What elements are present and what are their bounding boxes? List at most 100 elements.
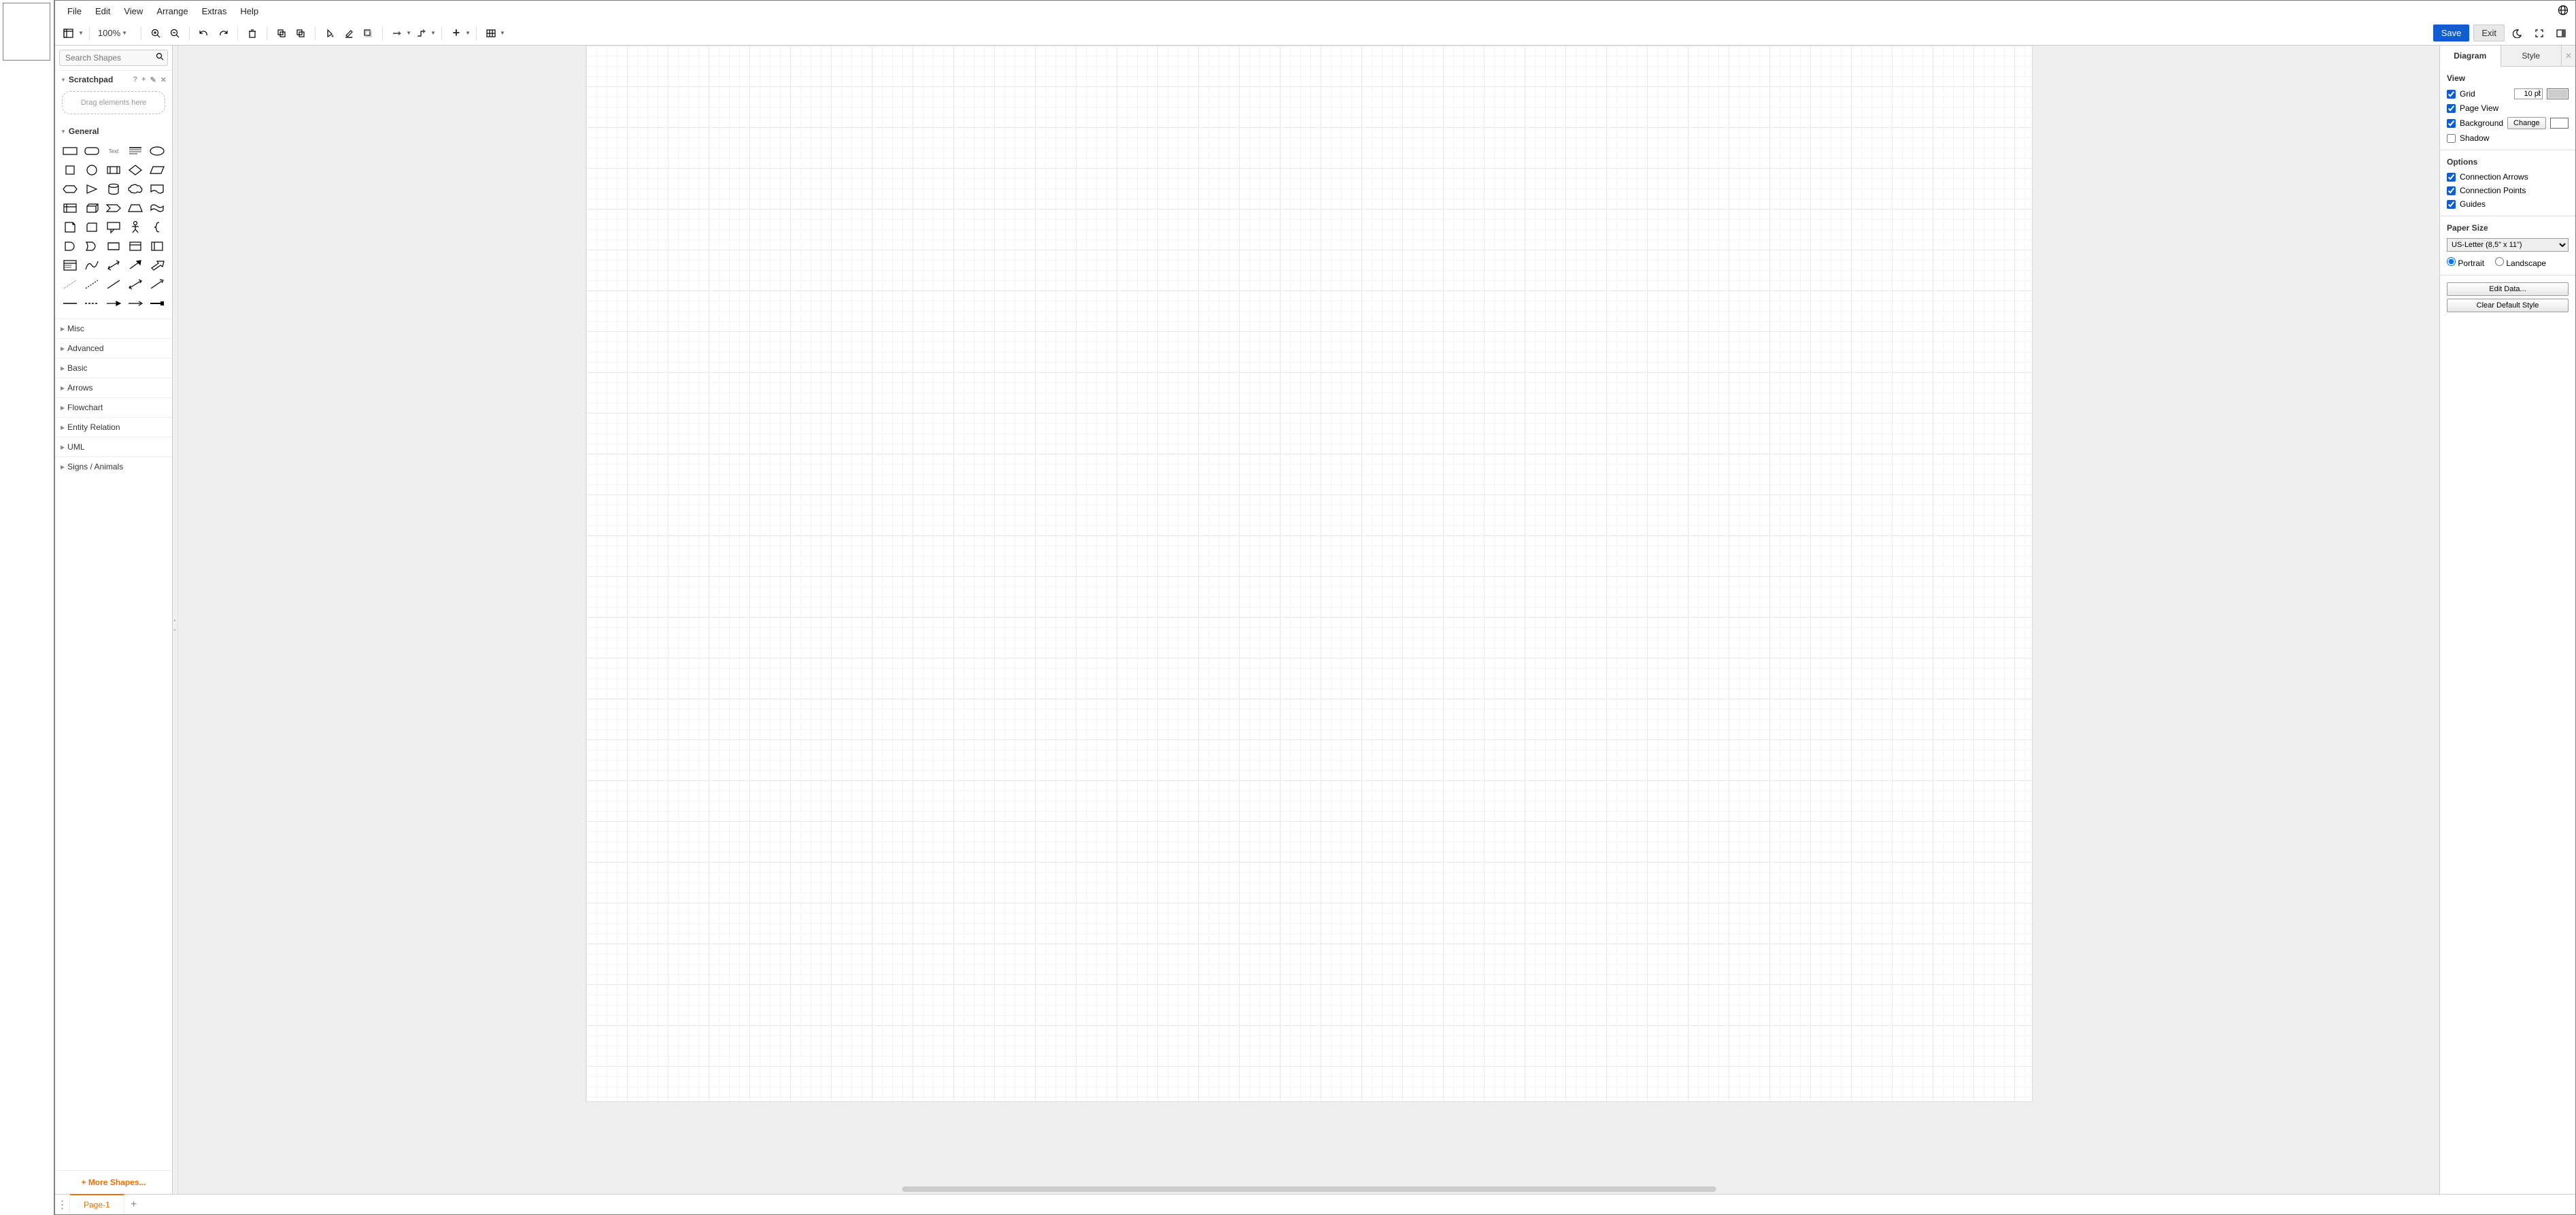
scratchpad-edit-icon[interactable]: ✎ bbox=[150, 76, 156, 84]
landscape-option[interactable]: Landscape bbox=[2495, 257, 2546, 268]
shape-link-filled[interactable] bbox=[148, 295, 167, 312]
theme-icon[interactable] bbox=[2509, 24, 2526, 42]
shape-link-arrow[interactable] bbox=[104, 295, 123, 312]
page-tab-1[interactable]: Page-1 bbox=[70, 1194, 124, 1214]
shape-card[interactable] bbox=[82, 219, 101, 235]
background-color-swatch[interactable] bbox=[2550, 118, 2569, 129]
to-front-icon[interactable] bbox=[273, 24, 290, 42]
scratchpad-help-icon[interactable]: ? bbox=[133, 76, 137, 84]
menu-file[interactable]: File bbox=[61, 3, 88, 19]
category-signs-animals[interactable]: ▶Signs / Animals bbox=[55, 456, 172, 476]
waypoint-icon[interactable] bbox=[413, 24, 430, 42]
general-header[interactable]: ▼ General bbox=[55, 122, 172, 140]
shape-tape[interactable] bbox=[148, 200, 167, 216]
panel-close-icon[interactable]: ✕ bbox=[2562, 46, 2575, 66]
category-uml[interactable]: ▶UML bbox=[55, 437, 172, 456]
landscape-radio[interactable] bbox=[2495, 257, 2504, 266]
zoom-level[interactable]: 100% ▼ bbox=[95, 28, 135, 38]
exit-button[interactable]: Exit bbox=[2473, 24, 2505, 41]
tab-style[interactable]: Style bbox=[2501, 46, 2562, 66]
save-button[interactable]: Save bbox=[2433, 24, 2470, 41]
shape-hexagon[interactable] bbox=[61, 181, 80, 197]
table-icon[interactable] bbox=[482, 24, 500, 42]
delete-icon[interactable] bbox=[243, 24, 261, 42]
shape-vertical-container[interactable] bbox=[148, 238, 167, 254]
view-dropdown-icon[interactable] bbox=[61, 24, 78, 42]
category-entity-relation[interactable]: ▶Entity Relation bbox=[55, 417, 172, 437]
page-menu-icon[interactable]: ⋮ bbox=[55, 1195, 70, 1214]
menu-help[interactable]: Help bbox=[233, 3, 265, 19]
connection-icon[interactable] bbox=[388, 24, 406, 42]
shape-rounded-rect[interactable] bbox=[82, 143, 101, 159]
shape-link-dash[interactable] bbox=[82, 295, 101, 312]
category-arrows[interactable]: ▶Arrows bbox=[55, 378, 172, 397]
shape-triangle[interactable] bbox=[82, 181, 101, 197]
fullscreen-icon[interactable] bbox=[2530, 24, 2548, 42]
shape-directional-connector[interactable] bbox=[148, 276, 167, 293]
shape-line[interactable] bbox=[104, 276, 123, 293]
scratchpad-dropzone[interactable]: Drag elements here bbox=[62, 91, 165, 114]
shape-trapezoid[interactable] bbox=[126, 200, 145, 216]
shape-curly-brace[interactable] bbox=[148, 219, 167, 235]
page-view-checkbox[interactable] bbox=[2447, 104, 2456, 113]
paper-size-select[interactable]: US-Letter (8,5" x 11") bbox=[2447, 238, 2569, 252]
shape-or[interactable] bbox=[82, 238, 101, 254]
shape-note[interactable] bbox=[61, 219, 80, 235]
fill-color-icon[interactable] bbox=[321, 24, 339, 42]
scratchpad-add-icon[interactable]: + bbox=[141, 76, 146, 84]
shape-callout[interactable] bbox=[104, 219, 123, 235]
shape-dotted-line[interactable] bbox=[82, 276, 101, 293]
redo-icon[interactable] bbox=[214, 24, 232, 42]
undo-icon[interactable] bbox=[195, 24, 213, 42]
shape-dashed-line[interactable] bbox=[61, 276, 80, 293]
category-advanced[interactable]: ▶Advanced bbox=[55, 338, 172, 358]
connection-points-checkbox[interactable] bbox=[2447, 186, 2456, 195]
shadow-icon[interactable] bbox=[359, 24, 377, 42]
category-basic[interactable]: ▶Basic bbox=[55, 358, 172, 378]
category-misc[interactable]: ▶Misc bbox=[55, 318, 172, 338]
canvas-page[interactable] bbox=[586, 46, 2033, 1102]
zoom-in-icon[interactable] bbox=[147, 24, 165, 42]
canvas-area[interactable] bbox=[178, 46, 2439, 1194]
page-thumbnail[interactable] bbox=[3, 3, 50, 61]
insert-icon[interactable]: + bbox=[447, 24, 465, 42]
shape-textbox[interactable] bbox=[126, 143, 145, 159]
portrait-radio[interactable] bbox=[2447, 257, 2456, 266]
shadow-checkbox[interactable] bbox=[2447, 134, 2456, 143]
shape-container[interactable] bbox=[126, 238, 145, 254]
change-background-button[interactable]: Change bbox=[2507, 117, 2546, 129]
sidebar-splitter[interactable] bbox=[173, 46, 178, 1194]
scratchpad-header[interactable]: ▼ Scratchpad ? + ✎ ✕ bbox=[55, 71, 172, 88]
format-panel-icon[interactable] bbox=[2552, 24, 2570, 42]
shape-parallelogram[interactable] bbox=[148, 162, 167, 178]
shape-circle[interactable] bbox=[82, 162, 101, 178]
shape-text[interactable]: Text bbox=[104, 143, 123, 159]
shape-ellipse[interactable] bbox=[148, 143, 167, 159]
shape-diamond[interactable] bbox=[126, 162, 145, 178]
shape-process[interactable] bbox=[104, 162, 123, 178]
guides-checkbox[interactable] bbox=[2447, 200, 2456, 209]
horizontal-scrollbar[interactable] bbox=[902, 1186, 1716, 1192]
background-checkbox[interactable] bbox=[2447, 119, 2456, 128]
shape-rectangle[interactable] bbox=[61, 143, 80, 159]
shape-link-open-arrow[interactable] bbox=[126, 295, 145, 312]
shape-step[interactable] bbox=[104, 200, 123, 216]
zoom-out-icon[interactable] bbox=[166, 24, 184, 42]
portrait-option[interactable]: Portrait bbox=[2447, 257, 2484, 268]
shape-bidir-connector[interactable] bbox=[126, 276, 145, 293]
search-icon[interactable] bbox=[156, 52, 164, 63]
shape-and[interactable] bbox=[61, 238, 80, 254]
shape-list[interactable] bbox=[61, 257, 80, 273]
add-page-icon[interactable]: + bbox=[124, 1195, 143, 1214]
connection-arrows-checkbox[interactable] bbox=[2447, 173, 2456, 182]
menu-edit[interactable]: Edit bbox=[88, 3, 117, 19]
line-color-icon[interactable] bbox=[340, 24, 358, 42]
search-input[interactable] bbox=[59, 50, 168, 66]
tab-diagram[interactable]: Diagram bbox=[2440, 46, 2501, 67]
shape-cube[interactable] bbox=[82, 200, 101, 216]
shape-bidirectional-arrow[interactable] bbox=[104, 257, 123, 273]
shape-internal-storage[interactable] bbox=[61, 200, 80, 216]
shape-datastore[interactable] bbox=[104, 238, 123, 254]
shape-thick-arrow[interactable] bbox=[148, 257, 167, 273]
language-icon[interactable] bbox=[2558, 5, 2569, 19]
